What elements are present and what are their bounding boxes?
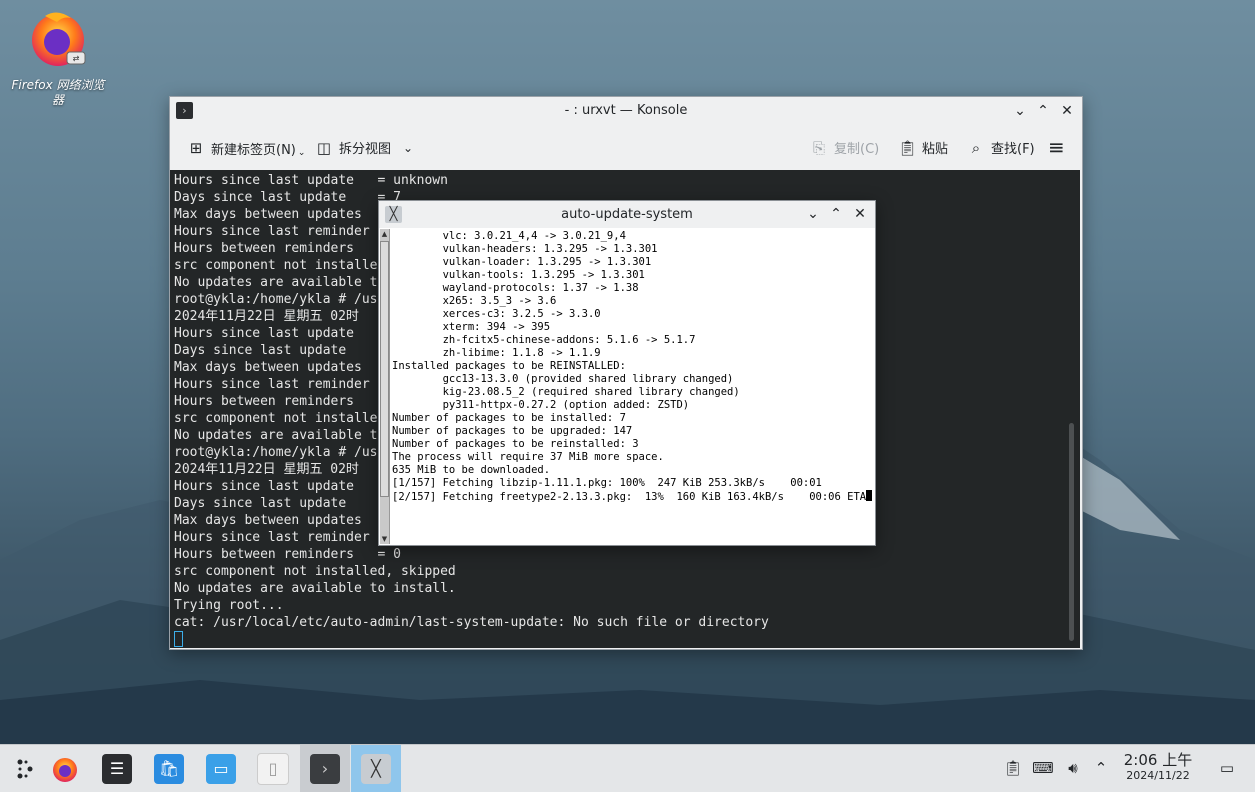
clipboard-icon[interactable]: 📋︎ <box>1002 757 1024 779</box>
terminal-line: The process will require 37 MiB more spa… <box>392 451 664 463</box>
terminal-line: Number of packages to be installed: 7 <box>392 412 626 424</box>
svg-text:⇄: ⇄ <box>73 54 80 63</box>
terminal-line: Number of packages to be reinstalled: 3 <box>392 438 639 450</box>
scrollbar-thumb[interactable] <box>380 241 389 497</box>
clock[interactable]: 2:06 上午 2024/11/22 <box>1118 751 1198 783</box>
terminal-line: vulkan-tools: 1.3.295 -> 1.3.301 <box>392 269 645 281</box>
menu-icon: ≡ <box>1048 135 1065 159</box>
minimize-button[interactable]: ⌄ <box>1010 101 1030 121</box>
desktop-icon-label: Firefox 网络浏览器 <box>11 78 105 107</box>
paste-icon: 📋︎ <box>898 138 918 157</box>
terminal-line: [1/157] Fetching libzip-1.11.1.pkg: 100%… <box>392 477 822 489</box>
terminal-line: No updates are available to install. <box>174 581 456 596</box>
new-tab-icon: ⊞ <box>189 139 203 157</box>
settings-icon: ☰ <box>102 753 132 784</box>
window-title: - : urxvt — Konsole <box>564 103 688 118</box>
terminal-line: xterm: 394 -> 395 <box>392 321 551 333</box>
text-cursor <box>866 490 873 501</box>
taskbar-urxvt[interactable]: ╳ <box>351 745 401 792</box>
urxvt-scrollbar[interactable]: ▲ ▼ <box>380 229 390 544</box>
split-view-button[interactable]: ◫ 拆分视图 ⌄ <box>315 138 414 158</box>
store-icon: 🛍︎ <box>154 753 184 784</box>
terminal-line: wayland-protocols: 1.37 -> 1.38 <box>392 282 639 294</box>
firefox-icon: ⇄ <box>32 12 86 66</box>
urxvt-window[interactable]: ╳ auto-update-system ⌄ ⌃ ✕ ▲ ▼ vlc: 3.0.… <box>378 200 876 546</box>
find-button[interactable]: ⌕ 查找(F) <box>967 138 1035 158</box>
desktop-icon-firefox[interactable]: ⇄ Firefox 网络浏览器 <box>8 6 108 108</box>
document-icon: ▯ <box>257 752 289 785</box>
terminal-line: Number of packages to be upgraded: 147 <box>392 425 633 437</box>
minimize-button[interactable]: ⌄ <box>803 204 823 224</box>
copy-icon: ⎘ <box>812 138 825 157</box>
split-view-icon: ◫ <box>316 138 332 157</box>
scroll-up-arrow[interactable]: ▲ <box>380 229 389 239</box>
hamburger-menu-button[interactable]: ≡ <box>1048 135 1065 159</box>
terminal-line: src component not installed, skipped <box>174 564 456 579</box>
terminal-line: Hours between reminders = 0 <box>174 547 401 562</box>
keyboard-icon[interactable]: ⌨ <box>1032 757 1054 779</box>
chevron-down-icon: ⌄ <box>403 140 414 155</box>
copy-button[interactable]: ⎘ 复制(C) <box>810 138 879 158</box>
terminal-line: x265: 3.5_3 -> 3.6 <box>392 295 557 307</box>
terminal-line: cat: /usr/local/etc/auto-admin/last-syst… <box>174 615 769 630</box>
paste-button[interactable]: 📋︎ 粘贴 <box>898 138 948 158</box>
maximize-button[interactable]: ⌃ <box>1033 101 1053 121</box>
terminal-line: vlc: 3.0.21_4,4 -> 3.0.21_9,4 <box>392 230 626 242</box>
terminal-line: kig-23.08.5_2 (required shared library c… <box>392 386 740 398</box>
volume-icon[interactable]: 🔊︎ <box>1062 757 1084 779</box>
terminal-line: py311-httpx-0.27.2 (option added: ZSTD) <box>392 399 690 411</box>
terminal-line: Hours since last update = unknown <box>174 173 448 188</box>
terminal-line: gcc13-13.3.0 (provided shared library ch… <box>392 373 734 385</box>
konsole-titlebar[interactable]: › - : urxvt — Konsole ⌄ ⌃ ✕ <box>170 97 1082 125</box>
terminal-scrollbar[interactable] <box>1069 423 1074 641</box>
taskbar-text-editor[interactable]: ▯ <box>248 745 298 792</box>
terminal-line: vulkan-headers: 1.3.295 -> 1.3.301 <box>392 243 658 255</box>
tray-expand-icon[interactable]: ⌃ <box>1090 757 1112 779</box>
urxvt-terminal[interactable]: ▲ ▼ vlc: 3.0.21_4,4 -> 3.0.21_9,4 vulkan… <box>379 228 875 545</box>
x11-icon: ╳ <box>361 753 391 784</box>
terminal-icon: › <box>310 753 340 784</box>
close-button[interactable]: ✕ <box>850 204 870 224</box>
taskbar-dolphin[interactable]: ▭ <box>196 745 246 792</box>
terminal-line: xerces-c3: 3.2.5 -> 3.3.0 <box>392 308 601 320</box>
window-title: auto-update-system <box>561 207 693 222</box>
terminal-line: [2/157] Fetching freetype2-2.13.3.pkg: 1… <box>392 490 873 504</box>
close-button[interactable]: ✕ <box>1057 101 1077 121</box>
terminal-line: zh-libime: 1.1.8 -> 1.1.9 <box>392 347 601 359</box>
terminal-line: zh-fcitx5-chinese-addons: 5.1.6 -> 5.1.7 <box>392 334 696 346</box>
text-cursor <box>174 631 183 647</box>
taskbar-konsole[interactable]: › <box>300 745 350 792</box>
terminal-line: Installed packages to be REINSTALLED: <box>392 360 626 372</box>
show-desktop-button[interactable]: ▭ <box>1216 757 1238 779</box>
taskbar-firefox[interactable] <box>40 745 90 792</box>
maximize-button[interactable]: ⌃ <box>826 204 846 224</box>
chevron-down-icon: ⌄ <box>297 148 306 158</box>
folder-icon: ▭ <box>206 753 236 784</box>
urxvt-titlebar[interactable]: ╳ auto-update-system ⌄ ⌃ ✕ <box>379 201 875 228</box>
firefox-icon <box>53 757 77 782</box>
taskbar-discover[interactable]: 🛍︎ <box>144 745 194 792</box>
new-tab-button[interactable]: ⊞ 新建标签页(N) ⌄ <box>187 138 306 158</box>
konsole-toolbar: ⊞ 新建标签页(N) ⌄ ◫ 拆分视图 ⌄ ⎘ 复制(C) 📋︎ 粘贴 ⌕ 查找… <box>170 125 1082 170</box>
launcher-icon <box>17 759 33 778</box>
taskbar: ☰ 🛍︎ ▭ ▯ › ╳ 📋︎ ⌨ 🔊︎ ⌃ 2:06 上午 2024/11/2… <box>0 744 1255 792</box>
terminal-line: vulkan-loader: 1.3.295 -> 1.3.301 <box>392 256 652 268</box>
scroll-down-arrow[interactable]: ▼ <box>380 534 389 544</box>
prompt-line <box>174 631 1080 648</box>
taskbar-system-settings[interactable]: ☰ <box>92 745 142 792</box>
search-icon: ⌕ <box>971 138 981 157</box>
terminal-line: 635 MiB to be downloaded. <box>392 464 551 476</box>
terminal-line: Trying root... <box>174 598 284 613</box>
